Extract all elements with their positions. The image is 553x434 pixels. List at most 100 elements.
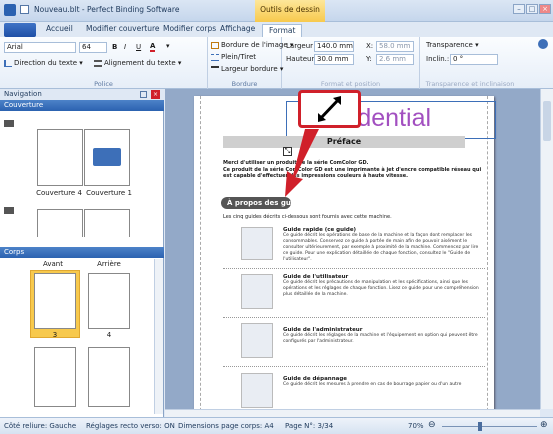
zoom-slider-thumb[interactable] xyxy=(478,422,482,431)
body-section-header[interactable]: Corps xyxy=(0,247,164,258)
document-canvas[interactable]: Confidential Préface Merci d'utiliser un… xyxy=(165,89,540,409)
guide-1-image xyxy=(241,227,273,260)
group-transparence: Transparence ▾ Inclin.: 0 ° Transparence… xyxy=(420,37,520,89)
status-page-number: Page N°: 3/34 xyxy=(285,422,334,430)
nav-scrollbar[interactable] xyxy=(154,259,163,414)
tab-modifier-corps[interactable]: Modifier corps xyxy=(163,24,216,37)
tilt-label: Inclin.: xyxy=(426,55,450,63)
app-icon[interactable] xyxy=(4,4,16,16)
bold-button[interactable]: B xyxy=(112,43,117,51)
intro-line-1: Merci d'utiliser un produit de la série … xyxy=(223,160,369,166)
paint-bucket-icon[interactable]: ▾ xyxy=(166,42,170,50)
guide-divider-3 xyxy=(223,366,485,367)
body-page-3-thumbnail[interactable] xyxy=(34,273,76,329)
margin-guide-right xyxy=(487,96,488,409)
text-direction-icon xyxy=(4,59,12,67)
margin-guide-left xyxy=(200,96,201,409)
intro-line-2: Ce produit de la série ComColor GD est u… xyxy=(223,167,482,179)
tab-format[interactable]: Format xyxy=(262,24,303,37)
tab-accueil[interactable]: Accueil xyxy=(46,24,73,37)
cover-inner-front-thumbnail[interactable] xyxy=(84,209,130,237)
image-border-label: Bordure de l'image xyxy=(221,41,288,49)
ribbon-tabs: Accueil Modifier couverture Modifier cor… xyxy=(0,22,553,37)
document-horizontal-scrollbar[interactable] xyxy=(165,409,540,417)
tab-affichage[interactable]: Affichage xyxy=(220,24,255,37)
tilt-spinner[interactable]: 0 ° xyxy=(450,54,498,65)
y-position-field[interactable]: 2.6 mm xyxy=(376,54,414,65)
tab-modifier-couverture[interactable]: Modifier couverture xyxy=(86,24,160,37)
underline-button[interactable]: U xyxy=(136,43,141,51)
document-vertical-scrollbar[interactable] xyxy=(540,89,553,409)
document-page[interactable]: Confidential Préface Merci d'utiliser un… xyxy=(194,96,496,409)
status-binding-side: Côté reliure: Gauche xyxy=(4,422,77,430)
guide-4-block: Guide de dépannage Ce guide décrit les m… xyxy=(283,376,479,388)
guide-3-text: Ce guide décrit les réglages de la machi… xyxy=(283,333,478,344)
scroll-thumb[interactable] xyxy=(543,101,551,141)
help-icon[interactable] xyxy=(538,39,548,49)
cover-inner-back-thumbnail[interactable] xyxy=(37,209,83,237)
resize-callout xyxy=(298,90,361,128)
status-bar: Côté reliure: Gauche Réglages recto vers… xyxy=(0,417,553,434)
border-width-button[interactable]: Largeur bordure ▾ xyxy=(211,65,283,73)
body-page-3-label: 3 xyxy=(52,331,58,339)
body-page-4-label: 4 xyxy=(106,331,112,339)
border-width-label: Largeur bordure xyxy=(221,65,278,73)
italic-button[interactable]: I xyxy=(124,43,126,51)
text-direction-button[interactable]: Direction du texte ▾ xyxy=(4,59,83,67)
body-front-column: Avant xyxy=(43,260,63,268)
x-position-field[interactable]: 58.0 mm xyxy=(376,41,414,52)
file-menu-button[interactable] xyxy=(4,23,36,37)
height-label: Hauteur xyxy=(286,55,315,63)
y-label: Y: xyxy=(366,55,372,63)
body-page-4-thumbnail[interactable] xyxy=(88,273,130,329)
body-page-6-thumbnail[interactable] xyxy=(88,347,130,407)
quick-access-save-icon[interactable] xyxy=(20,5,29,14)
zoom-level: 70% xyxy=(408,422,424,430)
resize-diagonal-icon xyxy=(318,96,341,122)
body-page-5-thumbnail[interactable] xyxy=(34,347,76,407)
line-style-button[interactable]: Plein/Tiret xyxy=(211,53,256,61)
cover-back-thumbnail[interactable] xyxy=(37,129,83,186)
line-style-label: Plein/Tiret xyxy=(221,53,256,61)
font-name-combo[interactable]: Arial xyxy=(4,42,76,53)
guide-2-block: Guide de l'utilisateur Ce guide décrit l… xyxy=(283,274,479,298)
transparency-button[interactable]: Transparence ▾ xyxy=(426,41,479,49)
status-duplex: Réglages recto verso: ON xyxy=(86,422,175,430)
cover-4-label: Couverture 4 xyxy=(36,189,82,197)
pin-icon[interactable] xyxy=(140,91,147,98)
guide-3-block: Guide de l'administrateur Ce guide décri… xyxy=(283,327,479,345)
font-color-button[interactable]: A xyxy=(150,42,156,52)
title-bar: Nouveau.blt - Perfect Binding Software O… xyxy=(0,0,553,22)
close-panel-icon[interactable]: × xyxy=(151,90,160,99)
zoom-out-icon[interactable]: ⊖ xyxy=(428,420,436,430)
section-intro: Les cinq guides décrits ci-dessous sont … xyxy=(223,214,392,220)
cover-inner-marker xyxy=(4,207,14,214)
width-spinner[interactable]: 140.0 mm xyxy=(314,41,354,52)
window-title: Nouveau.blt - Perfect Binding Software xyxy=(34,5,180,14)
zoom-slider[interactable] xyxy=(442,426,537,427)
text-align-button[interactable]: Alignement du texte ▾ xyxy=(94,59,181,67)
height-spinner[interactable]: 30.0 mm xyxy=(314,54,354,65)
guide-1-block: Guide rapide (ce guide) Ce guide décrit … xyxy=(283,227,479,263)
guide-divider-1 xyxy=(223,268,485,269)
group-bordure: Bordure de l'image ▾ Plein/Tiret Largeur… xyxy=(208,37,293,89)
group-label-transparence: Transparence et inclinaison xyxy=(425,80,515,88)
context-tab-header: Outils de dessin xyxy=(255,0,325,22)
resize-handle-icon[interactable]: ⤡ xyxy=(283,147,292,156)
x-label: X: xyxy=(366,42,374,50)
minimize-button[interactable]: – xyxy=(513,4,525,14)
cover-front-thumbnail[interactable] xyxy=(84,129,130,186)
close-button[interactable]: × xyxy=(539,4,551,14)
guide-4-text: Ce guide décrit les mesures à prendre en… xyxy=(283,382,462,387)
callout-arrow xyxy=(285,129,319,197)
font-size-combo[interactable]: 64 xyxy=(79,42,107,53)
status-page-size: Dimensions page corps: A4 xyxy=(178,422,274,430)
page-heading: Préface xyxy=(326,137,362,146)
cover-1-label: Couverture 1 xyxy=(86,189,132,197)
text-direction-label: Direction du texte xyxy=(14,59,78,67)
guide-2-image xyxy=(241,274,273,309)
maximize-button[interactable]: □ xyxy=(526,4,538,14)
cover-spine-marker xyxy=(4,120,14,127)
cover-section-header[interactable]: Couverture xyxy=(0,100,164,111)
zoom-in-icon[interactable]: ⊕ xyxy=(540,420,548,430)
